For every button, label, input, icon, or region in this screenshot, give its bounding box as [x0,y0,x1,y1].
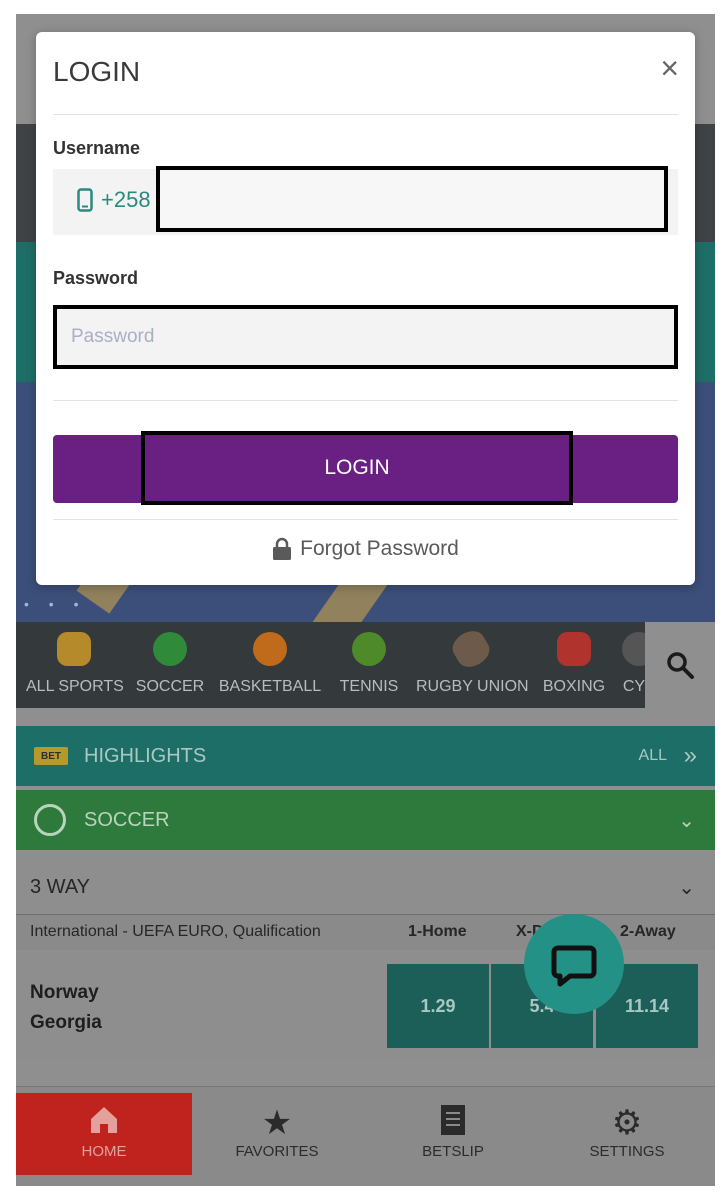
competition-name: International - UEFA EURO, Qualification [30,923,321,940]
home-team: Norway [30,982,99,1003]
nav-favorites[interactable]: ★ FAVORITES [192,1093,362,1175]
highlights-label: HIGHLIGHTS [84,744,207,767]
cycling-icon [622,632,646,666]
phone-prefix-text: +258 [101,187,151,212]
betslip-icon [368,1103,538,1143]
sport-label: BASKETBALL [218,678,322,695]
soccer-ball-icon [153,632,187,666]
rugby-ball-icon [447,625,495,673]
nav-home-label: HOME [81,1143,127,1160]
sport-item-all-sports[interactable]: ALL SPORTS [26,632,124,702]
sport-item-rugby-union[interactable]: RUGBY UNION [416,625,529,702]
tennis-ball-icon [352,632,386,666]
nav-settings[interactable]: ⚙ SETTINGS [542,1093,712,1175]
sport-label: SOCCER [135,678,205,695]
login-button-label: LOGIN [141,431,573,505]
nav-betslip-label: BETSLIP [422,1143,484,1160]
login-modal: LOGIN × Username +258 Password LOGIN For… [36,32,695,585]
banner-dots: • • • [24,596,87,612]
sport-item-cycling[interactable]: CY [622,632,646,702]
bottom-navigation: HOME ★ FAVORITES BETSLIP ⚙ SETTINGS [16,1086,715,1186]
soccer-section-label: SOCCER [84,808,170,831]
modal-divider [53,519,678,520]
country-code-prefix[interactable]: +258 [77,187,151,213]
nav-betslip[interactable]: BETSLIP [368,1093,538,1175]
soccer-ball-icon [34,804,66,836]
chat-icon [551,945,597,987]
chevron-down-icon: ⌄ [678,876,695,899]
highlights-all-link[interactable]: ALL [639,747,667,765]
sport-label: TENNIS [339,678,399,695]
highlights-row[interactable]: BET HIGHLIGHTS ALL » [16,726,715,786]
double-chevron-right-icon: » [683,742,697,769]
sport-item-boxing[interactable]: BOXING [538,632,610,702]
boxing-glove-icon [557,632,591,666]
sport-item-tennis[interactable]: TENNIS [334,632,404,702]
modal-title: LOGIN [53,56,141,87]
sports-bar: ALL SPORTS SOCCER BASKETBALL TENNIS RUGB… [16,622,715,708]
nav-settings-label: SETTINGS [589,1143,665,1160]
username-label: Username [53,138,141,158]
sport-label: CY [622,678,646,695]
live-chat-button[interactable] [524,914,624,1014]
star-icon: ★ [261,1104,293,1142]
sports-search-button[interactable] [645,622,715,708]
soccer-section-row[interactable]: SOCCER ⌄ [16,790,715,850]
lock-icon [273,537,292,560]
search-icon [667,652,694,679]
forgot-password-label: Forgot Password [300,537,459,560]
away-team: Georgia [30,1012,102,1033]
market-selector-value: 3 WAY [30,875,91,898]
market-selector[interactable]: 3 WAY ⌄ [16,852,715,922]
all-sports-icon [57,632,91,666]
column-header-away: 2-Away [620,923,676,940]
gear-icon: ⚙ [611,1104,643,1142]
home-icon [16,1103,192,1143]
bet-badge: BET [34,747,68,765]
sport-item-soccer[interactable]: SOCCER [134,632,206,702]
match-teams: Norway Georgia [30,978,102,1038]
sport-label: BOXING [542,678,606,695]
password-input[interactable] [53,305,678,369]
modal-divider [53,114,678,115]
odd-home-button[interactable]: 1.29 [387,964,489,1048]
sport-label: RUGBY UNION [416,678,529,695]
close-icon[interactable]: × [660,52,679,84]
password-label: Password [53,268,139,288]
phone-icon [77,188,93,212]
username-input[interactable] [156,166,668,232]
modal-divider [53,400,678,401]
column-header-home: 1-Home [408,923,467,940]
chevron-down-icon: ⌄ [678,809,695,832]
sport-label: ALL SPORTS [26,678,124,695]
nav-home[interactable]: HOME [16,1093,192,1175]
login-button[interactable]: LOGIN [53,431,678,505]
basketball-icon [253,632,287,666]
sport-item-basketball[interactable]: BASKETBALL [218,632,322,702]
nav-favorites-label: FAVORITES [235,1143,319,1160]
forgot-password-link[interactable]: Forgot Password [36,537,695,561]
